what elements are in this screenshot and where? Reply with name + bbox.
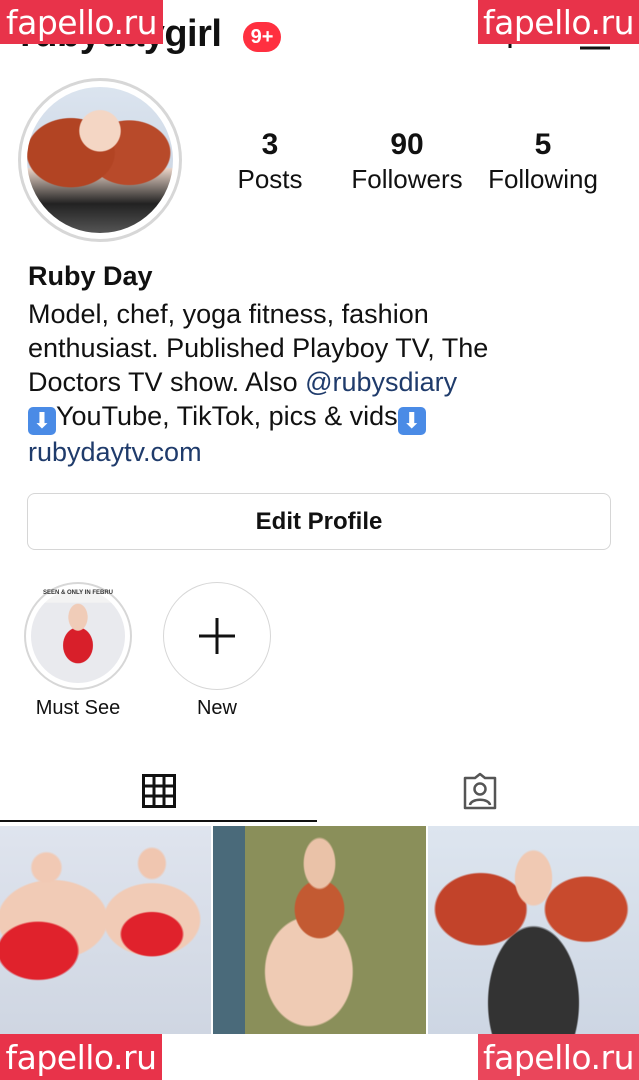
watermark: fapello.ru — [478, 0, 639, 44]
tab-tagged[interactable] — [320, 760, 639, 822]
post-thumbnail[interactable] — [428, 826, 639, 1034]
bio-line: Doctors TV show. Also @rubysdiary — [28, 365, 618, 399]
edit-profile-button[interactable]: Edit Profile — [27, 493, 611, 550]
posts-label: Posts — [237, 164, 303, 194]
tab-posts-grid[interactable] — [0, 760, 317, 822]
highlight-label: New — [196, 697, 237, 719]
website-link[interactable]: rubydaytv.com — [28, 435, 618, 469]
post-thumbnail[interactable] — [0, 826, 211, 1034]
notification-badge[interactable]: 9+ — [243, 22, 281, 52]
bio-line: ⬇ YouTube, TikTok, pics & vids ⬇ — [28, 399, 618, 435]
bio-text: YouTube, TikTok, pics & vids — [56, 401, 398, 431]
active-tab-indicator — [0, 820, 317, 822]
profile-avatar[interactable] — [27, 87, 173, 233]
display-name: Ruby Day — [28, 261, 153, 291]
highlight-label: Must See — [35, 697, 121, 719]
down-arrow-emoji-icon: ⬇ — [397, 407, 426, 435]
grid-icon — [141, 774, 176, 808]
watermark: fapello.ru — [0, 0, 163, 44]
highlight-cover-text: SEEN & ONLY IN FEBRU — [42, 590, 113, 596]
plus-icon — [199, 618, 235, 654]
following-count[interactable]: 5 — [473, 128, 613, 162]
mention-link[interactable]: @rubysdiary — [305, 367, 457, 397]
tagged-person-icon — [463, 772, 496, 810]
bio-text: Doctors TV show. Also — [28, 367, 306, 397]
post-thumbnail[interactable] — [213, 826, 426, 1034]
posts-count: 3 — [261, 128, 279, 161]
profile-bio: Model, chef, yoga fitness, fashion enthu… — [28, 297, 618, 469]
following-label[interactable]: Following — [473, 164, 613, 194]
bio-line: enthusiast. Published Playboy TV, The — [28, 333, 489, 363]
down-arrow-emoji-icon: ⬇ — [28, 407, 56, 435]
watermark: fapello.ru — [0, 1034, 162, 1080]
followers-label[interactable]: Followers — [337, 164, 477, 194]
followers-count[interactable]: 90 — [337, 128, 477, 162]
watermark: fapello.ru — [478, 1034, 639, 1080]
bio-line: Model, chef, yoga fitness, fashion — [28, 299, 429, 329]
highlight-cover-image[interactable] — [31, 589, 125, 683]
